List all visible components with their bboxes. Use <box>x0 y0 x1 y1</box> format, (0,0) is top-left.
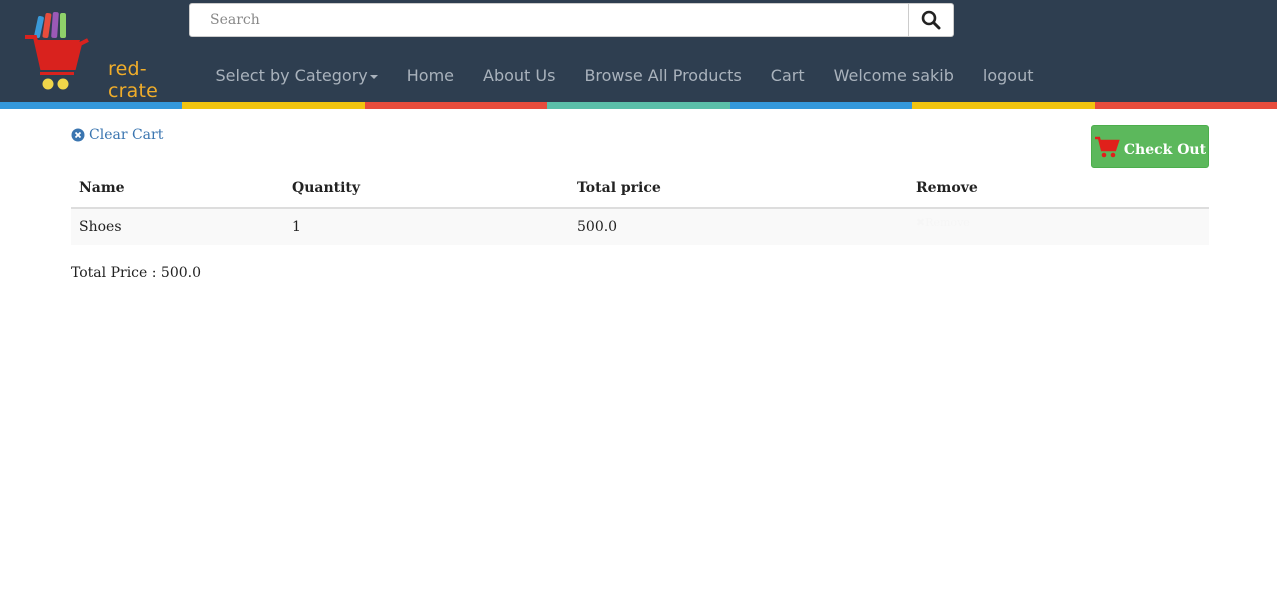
cell-remove: ✖Remove <box>908 208 1209 245</box>
cart-logo-icon <box>25 11 89 90</box>
table-row: Shoes 1 500.0 ✖Remove <box>71 208 1209 245</box>
nav-logout[interactable]: logout <box>968 62 1048 89</box>
cell-product-name: Shoes <box>71 208 284 245</box>
checkout-label: Check Out <box>1123 141 1207 158</box>
column-header-name: Name <box>71 169 284 209</box>
search-bar <box>189 3 954 37</box>
site-header: red-crate Select by Category Home About … <box>0 0 1277 102</box>
nav-about-us[interactable]: About Us <box>469 62 570 89</box>
main-nav: Select by Category Home About Us Browse … <box>201 62 1048 89</box>
stripe-segment <box>364 102 548 109</box>
stripe-segment <box>182 102 365 109</box>
column-header-quantity: Quantity <box>284 169 569 209</box>
cart-table: Name Quantity Total price Remove Shoes 1… <box>71 169 1209 245</box>
nav-category-dropdown[interactable]: Select by Category <box>201 62 392 89</box>
remove-item-label: Remove <box>925 216 970 229</box>
caret-down-icon <box>369 74 378 79</box>
remove-item-link[interactable]: ✖Remove <box>916 216 970 229</box>
search-icon <box>921 10 941 30</box>
column-header-total-price: Total price <box>569 169 908 209</box>
search-input[interactable] <box>189 3 909 37</box>
stripe-segment <box>1094 102 1277 109</box>
nav-home[interactable]: Home <box>392 62 468 89</box>
stripe-segment <box>729 102 913 109</box>
cell-quantity: 1 <box>284 208 569 245</box>
stripe-segment <box>0 102 183 109</box>
nav-welcome-user[interactable]: Welcome sakib <box>819 62 968 89</box>
cart-total-price: Total Price : 500.0 <box>71 265 201 281</box>
stripe-segment <box>912 102 1095 109</box>
search-button[interactable] <box>909 3 954 37</box>
checkout-button[interactable]: Check Out <box>1091 125 1209 168</box>
nav-category-label: Select by Category <box>215 66 368 85</box>
table-header-row: Name Quantity Total price Remove <box>71 169 1209 209</box>
remove-circle-icon <box>71 128 85 142</box>
shopping-cart-icon <box>1094 136 1120 157</box>
clear-cart-link[interactable]: Clear Cart <box>71 127 163 143</box>
column-header-remove: Remove <box>908 169 1209 209</box>
brand-name: red-crate <box>108 58 159 102</box>
cell-total-price: 500.0 <box>569 208 908 245</box>
color-stripe <box>0 102 1277 109</box>
remove-x-icon: ✖ <box>916 216 926 229</box>
nav-cart[interactable]: Cart <box>756 62 819 89</box>
clear-cart-label: Clear Cart <box>89 127 164 143</box>
stripe-segment <box>547 102 730 109</box>
brand-logo[interactable]: red-crate <box>22 10 182 102</box>
nav-browse-all-products[interactable]: Browse All Products <box>570 62 756 89</box>
